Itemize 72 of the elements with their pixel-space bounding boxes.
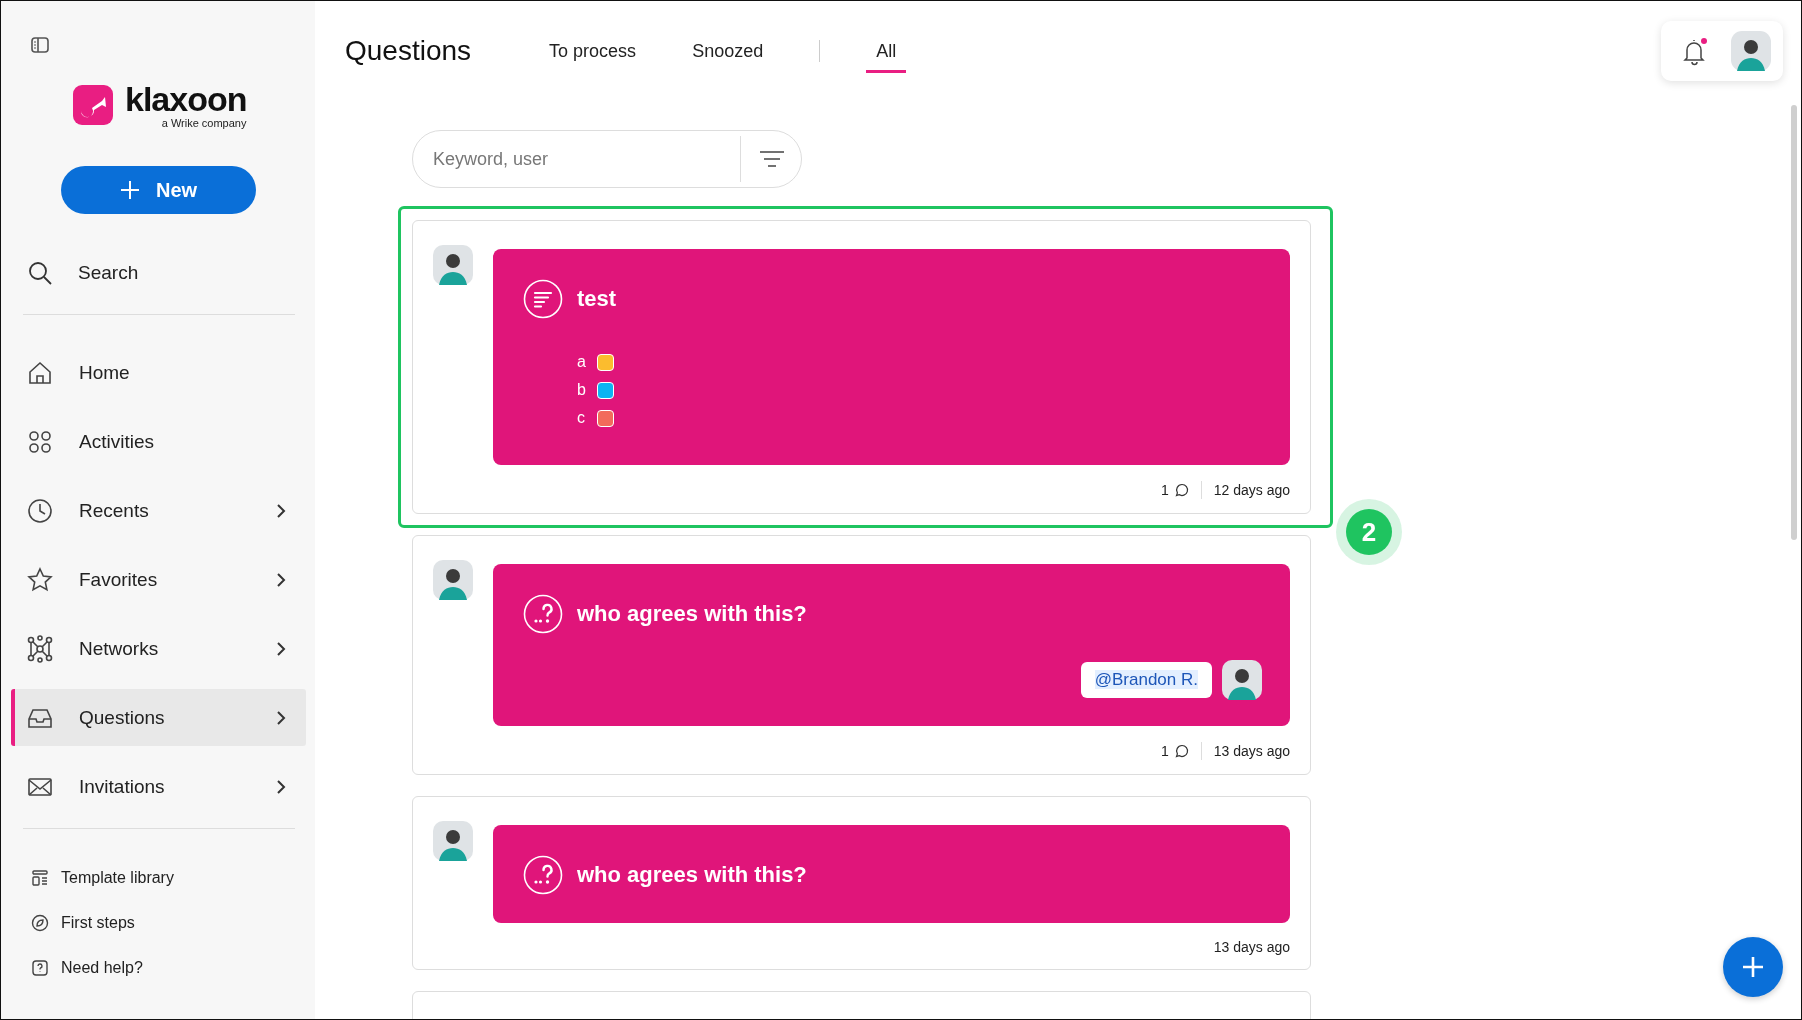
avatar: [1222, 660, 1262, 700]
sidebar-item-label: Activities: [79, 430, 154, 453]
chevron-icon: [276, 571, 286, 588]
search-icon[interactable]: [27, 259, 53, 286]
sidebar-item[interactable]: Favorites: [11, 551, 306, 608]
question-card[interactable]: who agrees with this? @Brandon R. 1 13 days ago: [412, 535, 1311, 775]
tab[interactable]: Snoozed: [692, 32, 764, 73]
clock-icon: [26, 496, 54, 525]
chevron-icon: [276, 709, 286, 726]
sidebar-item-label: Home: [79, 361, 130, 384]
comment-count: 1: [1160, 743, 1169, 759]
sidebar-item-label: Favorites: [79, 568, 158, 591]
bell-icon[interactable]: [1681, 36, 1709, 66]
sidebar-item[interactable]: Home: [11, 344, 306, 401]
plus-icon: [1741, 955, 1765, 979]
sidebar-item-label: Invitations: [79, 775, 165, 798]
option-label: c: [577, 409, 586, 427]
comment-icon[interactable]: [1174, 744, 1189, 758]
sidebar-item[interactable]: Invitations: [11, 758, 306, 815]
timestamp: 12 days ago: [1213, 482, 1290, 498]
compass-icon[interactable]: [31, 914, 49, 932]
question-icon: [523, 594, 563, 634]
search-link[interactable]: Search: [78, 261, 139, 284]
network-icon: [26, 634, 54, 663]
question-title: who agrees with this?: [577, 862, 807, 888]
tab[interactable]: All: [866, 32, 907, 73]
avatar: [433, 560, 473, 600]
logo-tagline: a Wrike company: [161, 117, 247, 129]
sidebar-toggle-icon[interactable]: [31, 37, 49, 53]
chevron-icon: [276, 640, 286, 657]
chevron-icon: [276, 778, 286, 795]
sidebar-item[interactable]: Recents: [11, 482, 306, 539]
avatar: [433, 245, 473, 285]
page-title: Questions: [345, 35, 472, 67]
filter-icon[interactable]: [759, 149, 785, 169]
question-icon: [523, 855, 563, 895]
comment-icon[interactable]: [1174, 483, 1189, 497]
sidebar-item[interactable]: Activities: [11, 413, 306, 470]
sidebar-item[interactable]: Questions: [11, 689, 306, 746]
scrollbar[interactable]: [1791, 105, 1797, 540]
sidebar-item[interactable]: Networks: [11, 620, 306, 677]
option-label: b: [577, 381, 587, 399]
avatar[interactable]: [1731, 31, 1771, 71]
avatar: [433, 821, 473, 861]
logo-wordmark: klaxoon: [125, 81, 247, 117]
timestamp: 13 days ago: [1213, 939, 1290, 955]
option-label: a: [577, 353, 587, 371]
timestamp: 13 days ago: [1213, 743, 1290, 759]
question-title: test: [577, 286, 617, 312]
question-card[interactable]: who agrees with this? 13 days ago: [412, 796, 1311, 970]
poll-icon: [523, 279, 563, 319]
star-icon: [26, 565, 54, 594]
sidebar-link[interactable]: Need help?: [61, 959, 143, 977]
search-input[interactable]: Keyword, user: [431, 147, 734, 171]
chevron-icon: [276, 502, 286, 519]
help-icon[interactable]: [31, 959, 49, 977]
mention-tag[interactable]: @Brandon R.: [1080, 662, 1212, 698]
sidebar-item-label: Questions: [79, 706, 165, 729]
new-button[interactable]: New: [61, 166, 256, 214]
step-badge: 2: [1346, 509, 1392, 555]
comment-count: 1: [1160, 482, 1169, 498]
sidebar-item-label: Networks: [79, 637, 159, 660]
sidebar-link[interactable]: Template library: [61, 869, 174, 887]
question-title: who agrees with this?: [577, 601, 807, 627]
sidebar-link[interactable]: First steps: [61, 914, 135, 932]
tab[interactable]: To process: [549, 32, 637, 73]
sidebar-item-label: Recents: [79, 499, 149, 522]
question-card[interactable]: test a b c 1 12 days ago: [412, 220, 1311, 514]
plus-icon: [119, 180, 140, 200]
add-button[interactable]: [1723, 937, 1783, 997]
logo-icon: [73, 85, 113, 125]
template-icon[interactable]: [31, 869, 49, 887]
